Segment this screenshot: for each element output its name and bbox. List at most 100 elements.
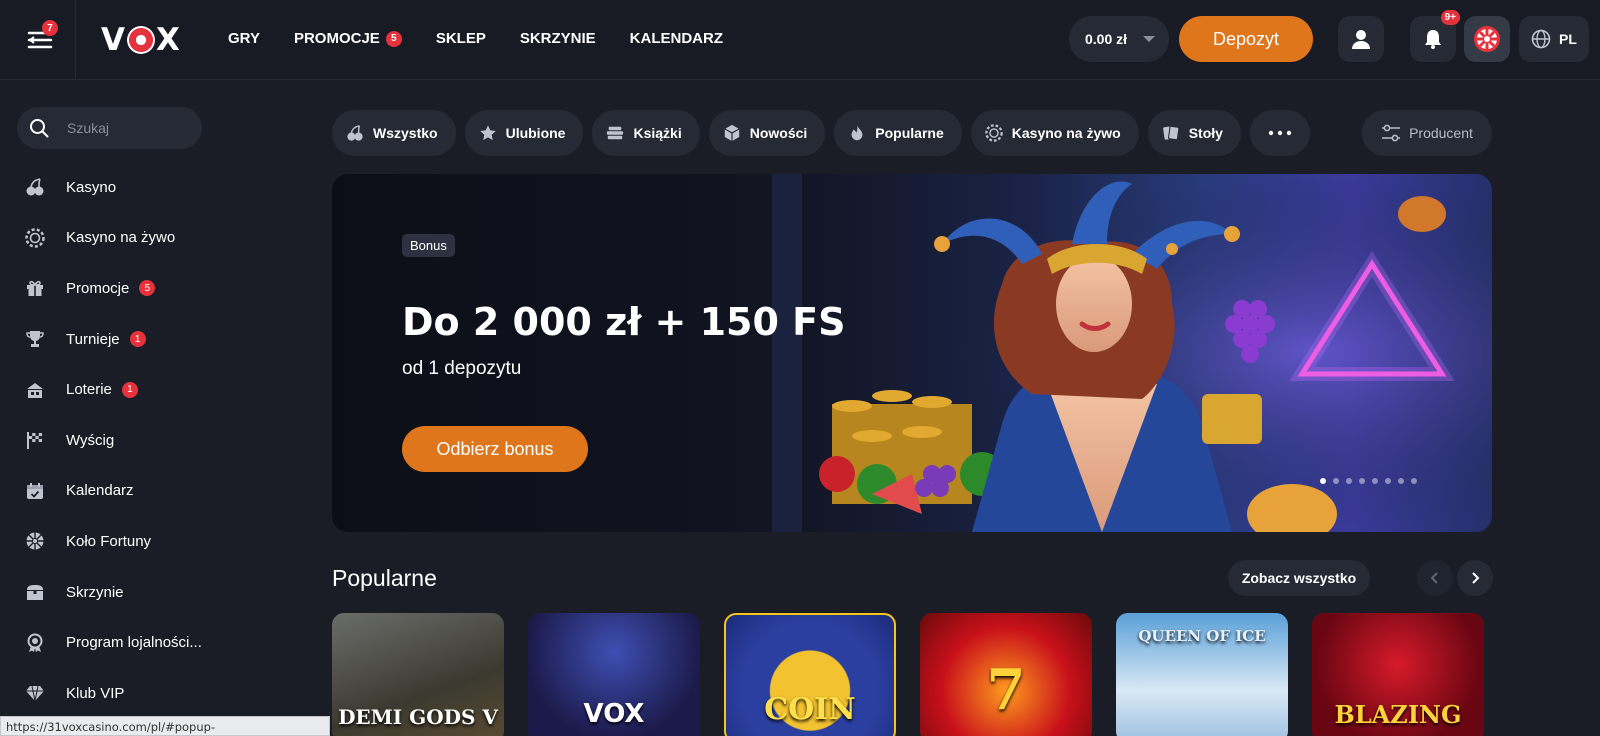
cherries-icon — [347, 125, 363, 141]
game-title: DEMI GODS V — [338, 705, 498, 729]
top-header: 7 VX GRY PROMOCJE 5 SKLEP SKRZYNIE KALEND… — [0, 0, 1600, 80]
calendar-icon — [27, 482, 43, 499]
pagination-dot[interactable] — [1346, 478, 1352, 484]
banner-subline: od 1 depozytu — [402, 358, 522, 379]
pagination-dot[interactable] — [1320, 478, 1326, 484]
filter-nowosci[interactable]: Nowości — [708, 110, 826, 156]
carousel-next-button[interactable] — [1457, 560, 1493, 596]
sidebar: Szukaj Kasyno Kasyno na żywo Promocje 5 … — [0, 80, 300, 736]
game-card[interactable]: COIN — [724, 613, 896, 736]
sidebar-item-program-lojalnosci[interactable]: Program lojalności... — [24, 617, 202, 668]
category-filters: Wszystko Ulubione Książki Nowości Popula… — [332, 110, 1310, 156]
sliders-icon — [1382, 124, 1401, 142]
game-title: QUEEN OF ICE — [1138, 627, 1266, 645]
logo-chip-icon — [127, 26, 155, 54]
pagination-dot[interactable] — [1385, 478, 1391, 484]
claim-bonus-button[interactable]: Odbierz bonus — [402, 426, 588, 472]
chevron-left-icon — [1430, 572, 1438, 584]
filter-kasyno-na-zywo[interactable]: Kasyno na żywo — [970, 110, 1139, 156]
sidebar-item-turnieje[interactable]: Turnieje 1 — [24, 314, 202, 365]
search-icon — [30, 119, 49, 138]
game-card[interactable]: 7 — [920, 613, 1092, 736]
sidebar-item-skrzynie[interactable]: Skrzynie — [24, 567, 202, 618]
header-divider — [75, 0, 76, 80]
sidebar-item-klub-vip[interactable]: Klub VIP — [24, 668, 202, 719]
sidebar-item-promocje[interactable]: Promocje 5 — [24, 263, 202, 314]
flame-icon — [851, 124, 863, 141]
sidebar-item-loterie[interactable]: Loterie 1 — [24, 364, 202, 415]
user-icon — [1352, 30, 1370, 49]
nav-skrzynie[interactable]: SKRZYNIE — [520, 30, 596, 47]
lottery-icon — [27, 382, 43, 398]
popular-section-title: Popularne — [332, 565, 437, 591]
pagination-dot[interactable] — [1372, 478, 1378, 484]
notifications-button[interactable]: 9+ — [1410, 10, 1460, 62]
nav-promocje-badge: 5 — [385, 30, 402, 47]
loterie-badge: 1 — [121, 381, 138, 398]
globe-icon — [1531, 29, 1551, 49]
game-title: 7 — [986, 657, 1026, 723]
sidebar-item-kolo-fortuny[interactable]: Koło Fortuny — [24, 516, 202, 567]
race-flag-icon — [27, 432, 42, 450]
notifications-badge: 9+ — [1440, 10, 1460, 25]
top-nav: GRY PROMOCJE 5 SKLEP SKRZYNIE KALENDARZ — [228, 30, 723, 47]
turnieje-badge: 1 — [129, 331, 146, 348]
nav-kalendarz[interactable]: KALENDARZ — [630, 30, 723, 47]
deposit-button[interactable]: Depozyt — [1179, 16, 1313, 62]
fortune-wheel-icon — [1474, 26, 1500, 52]
search-placeholder: Szukaj — [67, 120, 110, 136]
balance-dropdown[interactable]: 0.00 zł — [1069, 16, 1169, 62]
chip-icon — [25, 228, 45, 248]
star-icon — [479, 125, 496, 141]
banner-headline: Do 2 000 zł + 150 FS — [402, 300, 846, 344]
search-input[interactable]: Szukaj — [17, 107, 202, 149]
pagination-dot[interactable] — [1398, 478, 1404, 484]
gift-icon — [27, 281, 43, 297]
menu-toggle-button[interactable]: 7 — [20, 20, 60, 60]
sidebar-item-kalendarz[interactable]: Kalendarz — [24, 466, 202, 517]
sidebar-menu: Kasyno Kasyno na żywo Promocje 5 Turniej… — [24, 162, 202, 719]
pagination-dot[interactable] — [1333, 478, 1339, 484]
filter-ksiazki[interactable]: Książki — [592, 110, 700, 156]
filter-wszystko[interactable]: Wszystko — [332, 110, 456, 156]
fortune-wheel-button[interactable] — [1464, 16, 1510, 62]
nav-gry[interactable]: GRY — [228, 30, 260, 47]
trophy-icon — [26, 331, 44, 348]
game-card[interactable]: BLAZING — [1312, 613, 1484, 736]
pagination-dot[interactable] — [1359, 478, 1365, 484]
nav-sklep[interactable]: SKLEP — [436, 30, 486, 47]
award-icon — [27, 633, 43, 652]
sidebar-item-live-casino[interactable]: Kasyno na żywo — [24, 213, 202, 264]
browser-status-url: https://31voxcasino.com/pl/#popup-wheelO… — [0, 716, 330, 736]
profile-button[interactable] — [1338, 16, 1384, 62]
game-title: BLAZING — [1334, 700, 1462, 729]
game-card[interactable]: VOX — [528, 613, 700, 736]
chevron-down-icon — [1143, 36, 1155, 42]
language-code: PL — [1559, 31, 1577, 47]
diamond-icon — [26, 686, 44, 702]
promo-banner[interactable]: Bonus Do 2 000 zł + 150 FS od 1 depozytu… — [332, 174, 1492, 532]
game-card[interactable]: QUEEN OF ICE — [1116, 613, 1288, 736]
game-card[interactable]: DEMI GODS V — [332, 613, 504, 736]
carousel-prev-button[interactable] — [1417, 560, 1453, 596]
popular-games-row: DEMI GODS V VOX COIN 7 QUEEN OF ICE BLAZ… — [332, 613, 1484, 736]
promocje-badge: 5 — [139, 280, 156, 297]
language-selector[interactable]: PL — [1519, 16, 1589, 62]
bonus-tag: Bonus — [402, 234, 455, 257]
sidebar-item-wyscig[interactable]: Wyścig — [24, 415, 202, 466]
see-all-button[interactable]: Zobacz wszystko — [1228, 560, 1370, 596]
producer-filter-button[interactable]: Producent — [1362, 110, 1492, 156]
cards-icon — [1162, 125, 1180, 141]
sidebar-item-kasyno[interactable]: Kasyno — [24, 162, 202, 213]
pagination-dot[interactable] — [1411, 478, 1417, 484]
chip-icon — [984, 124, 1003, 142]
vox-logo[interactable]: VX — [101, 22, 181, 58]
filter-ulubione[interactable]: Ulubione — [464, 110, 584, 156]
filter-popularne[interactable]: Popularne — [834, 110, 962, 156]
filter-stoly[interactable]: Stoły — [1147, 110, 1241, 156]
more-filters-button[interactable] — [1249, 110, 1310, 156]
more-dots-icon — [1268, 130, 1292, 136]
nav-promocje[interactable]: PROMOCJE 5 — [294, 30, 402, 47]
bell-icon — [1425, 30, 1441, 49]
balance-amount: 0.00 zł — [1085, 31, 1128, 47]
